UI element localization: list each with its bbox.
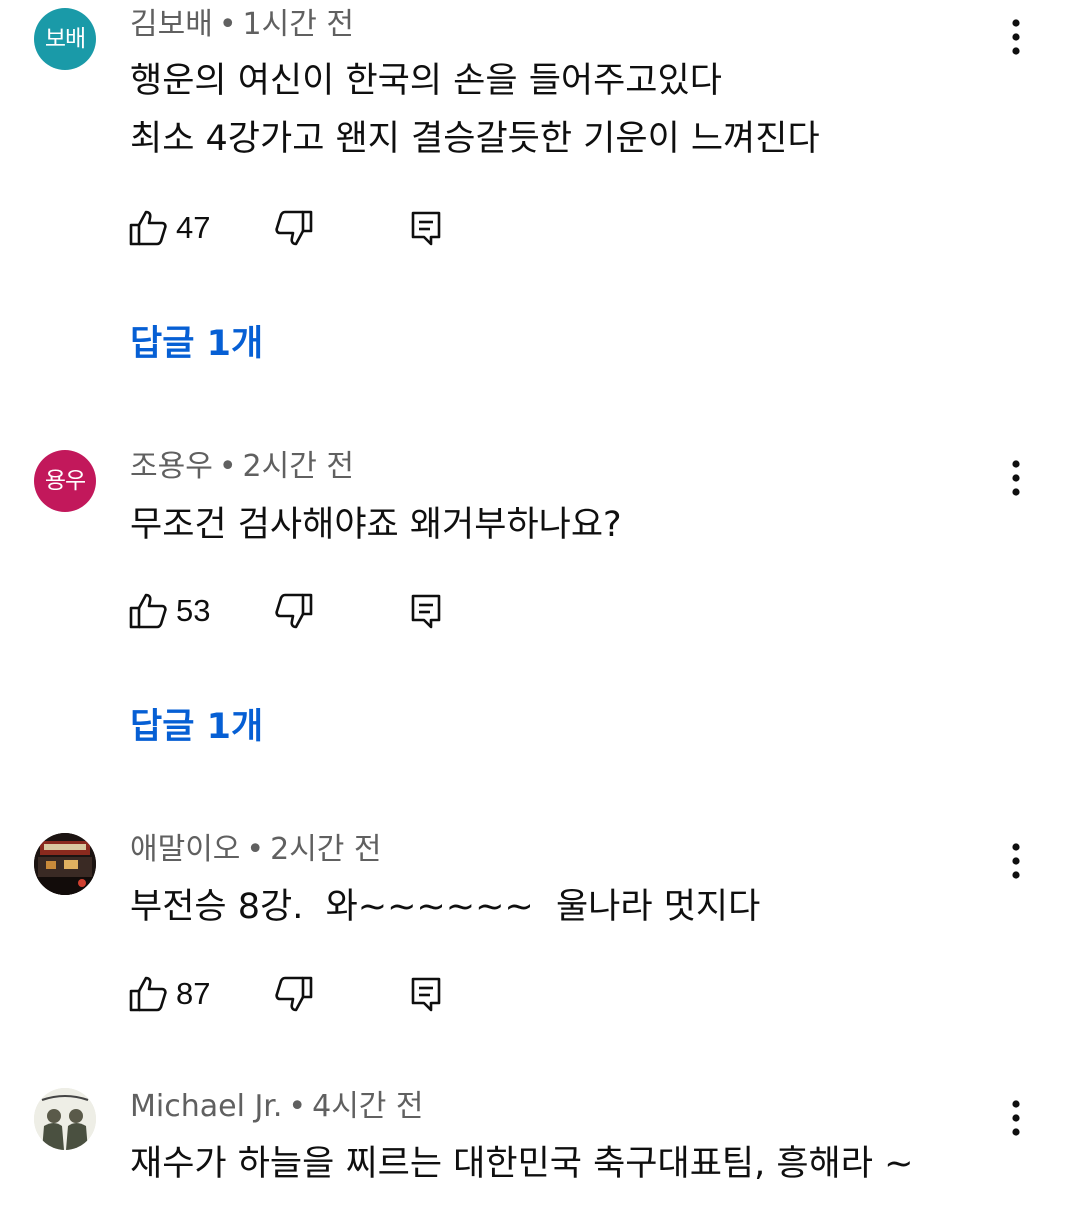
reply-button[interactable]: [410, 972, 442, 1016]
meta-separator: •: [246, 832, 265, 867]
comment-text-line: 부전승 8강. 와~~~~~~ 울나라 멋지다: [130, 887, 761, 927]
like-button[interactable]: 53: [128, 589, 210, 633]
comment-meta: Michael Jr. • 4시간 전: [130, 1087, 424, 1127]
comment-meta: 김보배 • 1시간 전: [130, 5, 354, 45]
avatar-initials: 용우: [44, 467, 86, 494]
avatar-photo: [34, 833, 96, 895]
more-options-button[interactable]: [1000, 1093, 1032, 1143]
meta-separator: •: [288, 1089, 307, 1124]
comment-time[interactable]: 4시간 전: [312, 1089, 423, 1124]
like-button[interactable]: 87: [128, 972, 210, 1016]
avatar-initials: 보배: [44, 25, 86, 52]
more-options-button[interactable]: [1000, 836, 1032, 886]
comment-time[interactable]: 2시간 전: [270, 832, 381, 867]
like-count: 87: [176, 976, 211, 1011]
comment-text: 행운의 여신이 한국의 손을 들어주고있다 최소 4강가고 왠지 결승갈듯한 기…: [130, 52, 820, 168]
more-vertical-icon: [1012, 19, 1020, 55]
comment-text-line: 최소 4강가고 왠지 결승갈듯한 기운이 느껴진다: [130, 119, 820, 159]
more-options-button[interactable]: [1000, 12, 1032, 62]
comment-time[interactable]: 1시간 전: [243, 7, 354, 42]
comment-author[interactable]: 조용우: [130, 449, 213, 484]
comment-author[interactable]: Michael Jr.: [130, 1089, 282, 1124]
thumb-down-icon: [275, 593, 313, 629]
more-options-button[interactable]: [1000, 453, 1032, 503]
dislike-button[interactable]: [274, 206, 314, 250]
comment-actions: 53: [128, 589, 468, 633]
like-button[interactable]: 47: [128, 206, 210, 250]
comment-meta: 조용우 • 2시간 전: [130, 447, 354, 487]
more-vertical-icon: [1012, 843, 1020, 879]
like-count: 47: [176, 210, 211, 245]
more-vertical-icon: [1012, 1100, 1020, 1136]
comment-text-line: 무조건 검사해야죠 왜거부하나요?: [130, 505, 622, 545]
comment-text: 부전승 8강. 와~~~~~~ 울나라 멋지다: [130, 878, 760, 936]
thumb-down-icon: [275, 976, 313, 1012]
meta-separator: •: [218, 7, 237, 42]
reply-comment-icon: [411, 211, 441, 246]
comment-text: 무조건 검사해야죠 왜거부하나요?: [130, 496, 622, 554]
comment-text-line: 행운의 여신이 한국의 손을 들어주고있다: [130, 61, 722, 101]
avatar[interactable]: [34, 1088, 96, 1150]
avatar[interactable]: [34, 833, 96, 895]
dislike-button[interactable]: [274, 589, 314, 633]
comment-actions: 47: [128, 206, 468, 250]
reply-comment-icon: [411, 594, 441, 629]
view-replies-link[interactable]: 답글 1개: [130, 322, 263, 366]
reply-button[interactable]: [410, 206, 442, 250]
comment-time[interactable]: 2시간 전: [243, 449, 354, 484]
avatar[interactable]: 용우: [34, 450, 96, 512]
avatar[interactable]: 보배: [34, 8, 96, 70]
more-vertical-icon: [1012, 460, 1020, 496]
view-replies-link[interactable]: 답글 1개: [130, 705, 263, 749]
reply-comment-icon: [411, 977, 441, 1012]
avatar-photo: [34, 1088, 96, 1150]
thumb-down-icon: [275, 210, 313, 246]
comment-author[interactable]: 애말이오: [130, 832, 240, 867]
comment-author[interactable]: 김보배: [130, 7, 213, 42]
comment-text-line: 재수가 하늘을 찌르는 대한민국 축구대표팀, 흥해라 ~: [130, 1144, 914, 1184]
meta-separator: •: [218, 449, 237, 484]
dislike-button[interactable]: [274, 972, 314, 1016]
like-count: 53: [176, 593, 211, 628]
comment-text: 재수가 하늘을 찌르는 대한민국 축구대표팀, 흥해라 ~: [130, 1135, 913, 1193]
comment-meta: 애말이오 • 2시간 전: [130, 830, 382, 870]
thumb-up-icon: [129, 210, 167, 246]
thumb-up-icon: [129, 976, 167, 1012]
thumb-up-icon: [129, 593, 167, 629]
reply-button[interactable]: [410, 589, 442, 633]
comment-actions: 87: [128, 972, 468, 1016]
